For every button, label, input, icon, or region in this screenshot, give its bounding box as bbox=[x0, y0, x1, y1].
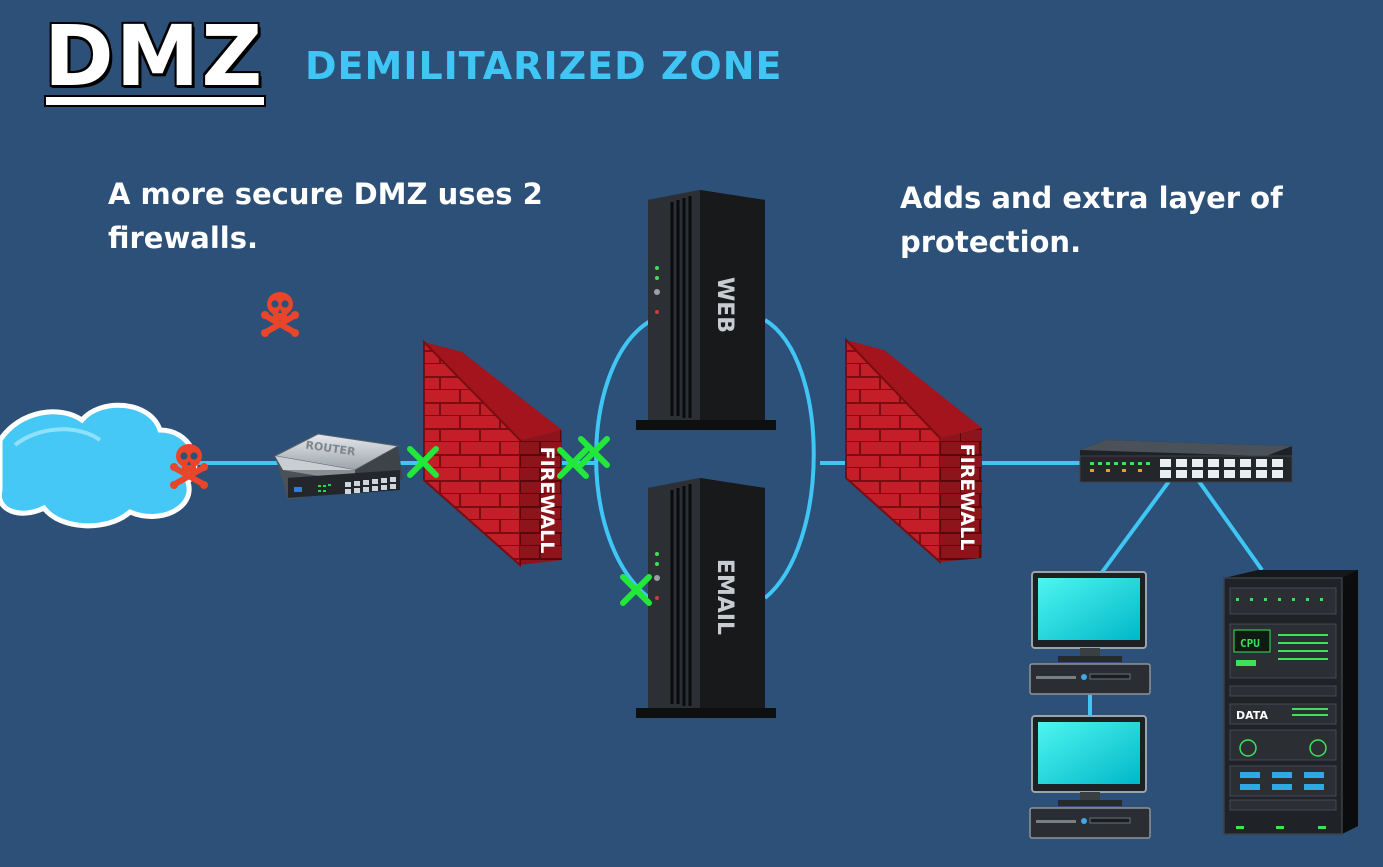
workstation-bottom bbox=[1029, 715, 1151, 839]
server-rack: CPU DATA bbox=[1223, 570, 1358, 835]
network-diagram: ROUTER FIREWALL FIREWALL WEB EMAIL CPU D… bbox=[0, 190, 1358, 839]
web-server-label: WEB bbox=[712, 277, 737, 333]
firewall-inner: FIREWALL bbox=[845, 337, 982, 565]
rack-data-label: DATA bbox=[1236, 709, 1268, 722]
skull-crossbones-icon bbox=[261, 292, 299, 337]
firewall-inner-label: FIREWALL bbox=[956, 444, 978, 551]
router: ROUTER bbox=[273, 433, 403, 500]
workstation-top bbox=[1029, 571, 1151, 695]
firewall-outer: FIREWALL bbox=[423, 339, 562, 568]
firewall-outer-label: FIREWALL bbox=[536, 447, 558, 554]
rack-cpu-label: CPU bbox=[1240, 637, 1260, 650]
network-switch bbox=[1079, 440, 1293, 483]
email-server: EMAIL bbox=[636, 478, 776, 718]
internet-cloud bbox=[0, 402, 198, 529]
email-server-label: EMAIL bbox=[712, 559, 737, 635]
green-x-icon bbox=[623, 577, 649, 603]
dmz-diagram: DMZ DEMILITARIZED ZONE A more secure DMZ… bbox=[0, 0, 1383, 867]
web-server: WEB bbox=[636, 190, 776, 430]
